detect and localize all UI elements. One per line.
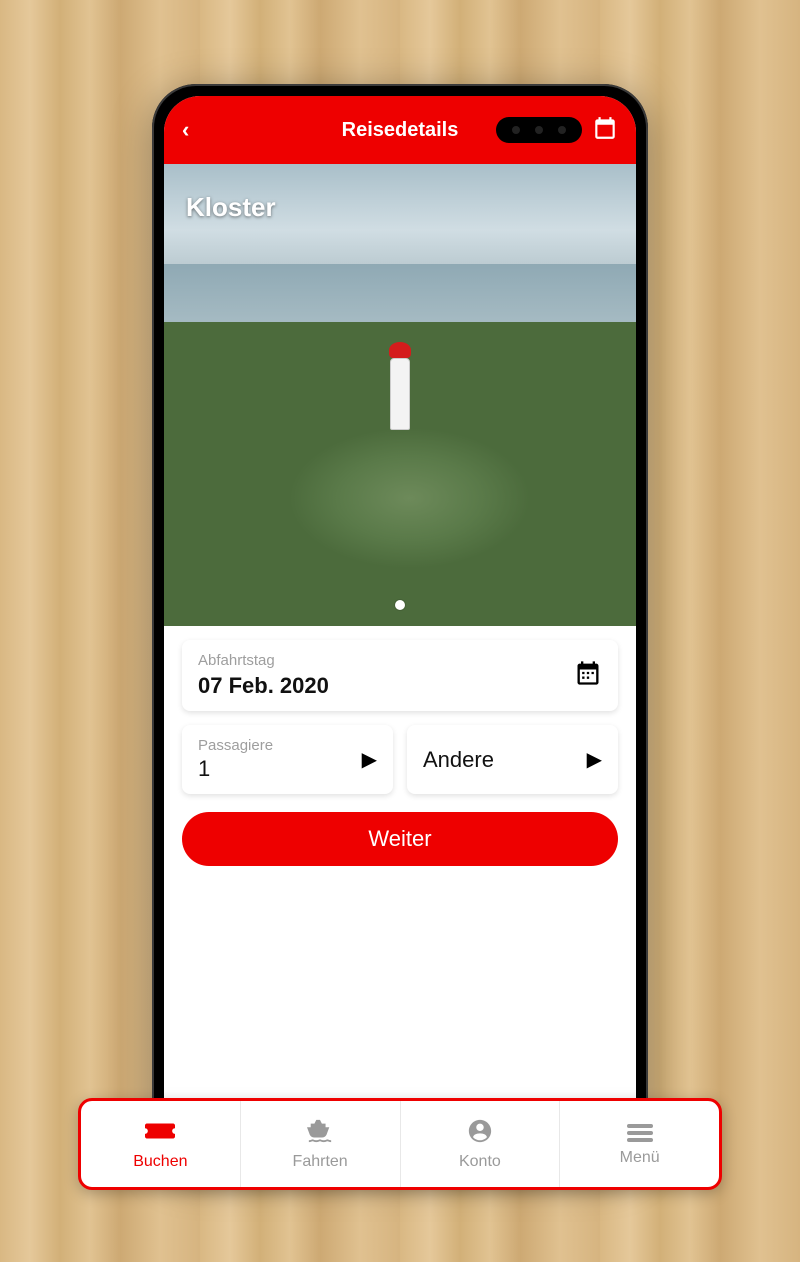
phone-frame: ‹ Reisedetails Kloster	[152, 84, 648, 1170]
passengers-label: Passagiere	[198, 737, 273, 754]
hero-image: Kloster	[164, 164, 636, 626]
screen: ‹ Reisedetails Kloster	[164, 96, 636, 1158]
lighthouse-illustration	[390, 344, 410, 430]
departure-date-label: Abfahrtstag	[198, 652, 329, 669]
nav-buchen[interactable]: Buchen	[81, 1101, 241, 1187]
nav-konto[interactable]: Konto	[401, 1101, 561, 1187]
ticket-icon	[145, 1118, 175, 1149]
calendar-icon	[574, 659, 602, 692]
ship-icon	[305, 1118, 335, 1149]
departure-date-value: 07 Feb. 2020	[198, 673, 329, 699]
chevron-right-icon: ▶	[362, 747, 377, 772]
bottom-nav: Buchen Fahrten Konto Menü	[78, 1098, 722, 1190]
nav-menu[interactable]: Menü	[560, 1101, 719, 1187]
nav-label: Konto	[459, 1153, 501, 1171]
passengers-selector[interactable]: Passagiere 1 ▶	[182, 725, 393, 794]
menu-icon	[627, 1121, 653, 1145]
departure-date-field[interactable]: Abfahrtstag 07 Feb. 2020	[182, 640, 618, 711]
other-selector[interactable]: Andere ▶	[407, 725, 618, 794]
continue-button[interactable]: Weiter	[182, 812, 618, 866]
other-value: Andere	[423, 747, 494, 773]
nav-label: Buchen	[133, 1153, 187, 1171]
destination-title: Kloster	[186, 192, 276, 223]
camera-notch	[496, 117, 582, 143]
carousel-indicator	[395, 600, 405, 610]
header-right	[496, 115, 618, 146]
passengers-value: 1	[198, 756, 273, 782]
nav-label: Fahrten	[293, 1153, 348, 1171]
calendar-icon[interactable]	[592, 115, 618, 146]
nav-fahrten[interactable]: Fahrten	[241, 1101, 401, 1187]
chevron-right-icon: ▶	[587, 747, 602, 772]
app-header: ‹ Reisedetails	[164, 96, 636, 164]
selector-row: Passagiere 1 ▶ Andere ▶	[182, 725, 618, 794]
account-icon	[465, 1118, 495, 1149]
booking-form: Abfahrtstag 07 Feb. 2020 Passagiere 1 ▶ …	[164, 626, 636, 1158]
back-button[interactable]: ‹	[182, 117, 189, 143]
nav-label: Menü	[620, 1149, 660, 1167]
